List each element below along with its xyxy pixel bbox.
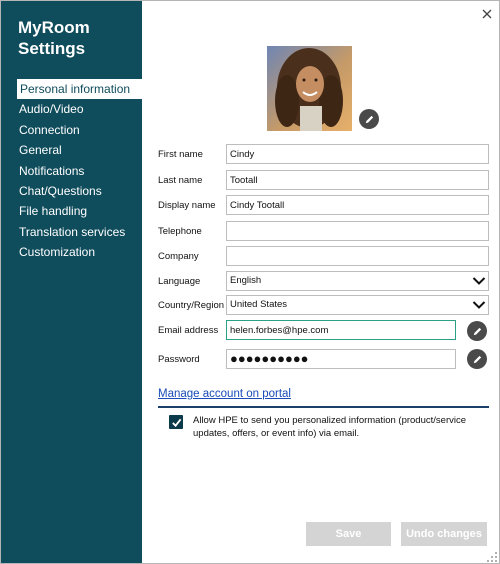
telephone-label: Telephone [158, 226, 202, 237]
checkmark-icon [171, 418, 181, 427]
last-name-label: Last name [158, 175, 203, 186]
sidebar-item-general[interactable]: General [1, 140, 142, 160]
country-region-label: Country/Region [158, 300, 225, 311]
divider [158, 406, 489, 408]
email-field[interactable] [226, 320, 456, 340]
telephone-field[interactable] [226, 221, 489, 241]
pencil-icon [365, 115, 373, 123]
close-button[interactable] [479, 6, 495, 22]
edit-avatar-button[interactable] [359, 109, 379, 129]
password-field[interactable]: ●●●●●●●●●● [226, 349, 456, 369]
pencil-icon [473, 327, 481, 335]
last-name-field[interactable] [226, 170, 489, 190]
sidebar: MyRoom Settings Personal information Aud… [1, 1, 142, 563]
consent-text: Allow HPE to send you personalized infor… [193, 415, 466, 439]
manage-account-link[interactable]: Manage account on portal [158, 388, 291, 400]
edit-email-button[interactable] [467, 321, 487, 341]
close-icon [482, 9, 492, 19]
sidebar-item-personal-information[interactable]: Personal information [17, 79, 142, 100]
language-select[interactable]: English [226, 271, 489, 291]
app-title: MyRoom Settings [18, 18, 90, 58]
language-value: English [230, 275, 262, 286]
undo-changes-button[interactable]: Undo changes [401, 522, 487, 546]
display-name-label: Display name [158, 200, 216, 211]
sidebar-item-chat-questions[interactable]: Chat/Questions [1, 181, 142, 201]
sidebar-item-file-handling[interactable]: File handling [1, 201, 142, 221]
first-name-field[interactable] [226, 144, 489, 164]
sidebar-item-notifications[interactable]: Notifications [1, 161, 142, 181]
settings-window: MyRoom Settings Personal information Aud… [0, 0, 500, 564]
chevron-down-icon [472, 301, 486, 309]
email-address-label: Email address [158, 325, 219, 336]
country-region-select[interactable]: United States [226, 295, 489, 315]
consent-checkbox[interactable] [169, 415, 183, 429]
sidebar-item-audio-video[interactable]: Audio/Video [1, 99, 142, 119]
company-field[interactable] [226, 246, 489, 266]
save-button[interactable]: Save [306, 522, 391, 546]
sidebar-item-connection[interactable]: Connection [1, 120, 142, 140]
edit-password-button[interactable] [467, 349, 487, 369]
company-label: Company [158, 251, 199, 262]
sidebar-item-customization[interactable]: Customization [1, 242, 142, 262]
sidebar-nav: Personal information Audio/Video Connect… [1, 79, 142, 263]
resize-grip-icon[interactable] [486, 551, 498, 563]
password-label: Password [158, 354, 200, 365]
country-region-value: United States [230, 299, 288, 310]
avatar [267, 46, 352, 131]
first-name-label: First name [158, 149, 203, 160]
language-label: Language [158, 276, 201, 287]
chevron-down-icon [472, 277, 486, 285]
display-name-field[interactable] [226, 195, 489, 215]
sidebar-item-translation-services[interactable]: Translation services [1, 222, 142, 242]
pencil-icon [473, 355, 481, 363]
